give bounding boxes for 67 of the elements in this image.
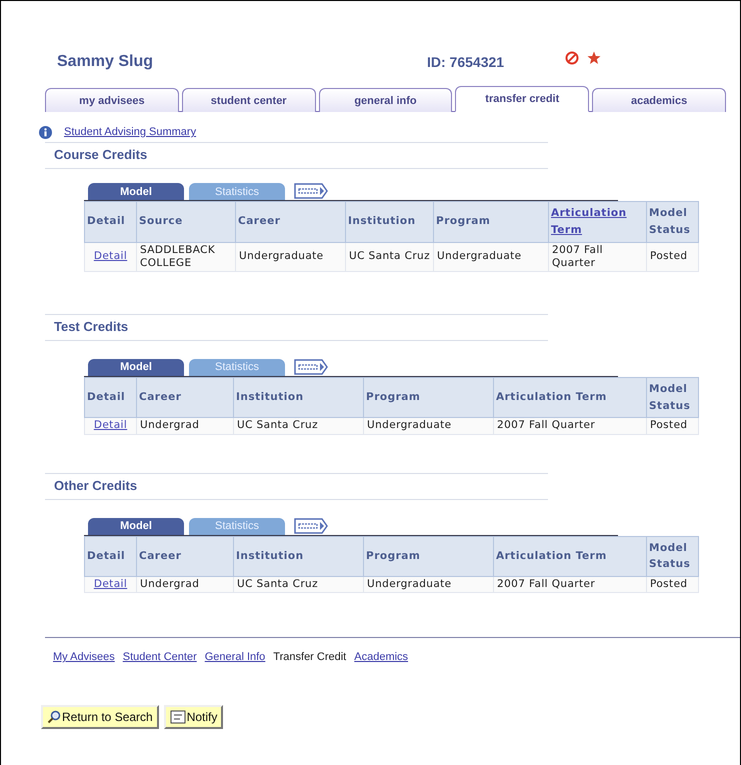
column-header: Career <box>236 202 346 242</box>
show-all-columns-icon[interactable] <box>294 518 328 534</box>
show-all-columns-icon[interactable] <box>294 183 328 199</box>
table-cell: 2007 Fall Quarter <box>548 242 646 272</box>
section-heading: Course Credits <box>45 142 548 169</box>
table-cell: Posted <box>646 242 698 272</box>
page-link[interactable]: My Advisees <box>53 651 115 664</box>
detail-link[interactable]: Detail <box>84 576 136 593</box>
info-icon <box>39 126 52 138</box>
column-header: Detail <box>84 536 136 577</box>
detail-link[interactable]: Detail <box>84 242 136 272</box>
page-link[interactable]: General Info <box>204 651 266 664</box>
show-all-columns-icon[interactable] <box>294 358 328 375</box>
tab[interactable]: my advisees <box>45 88 179 112</box>
column-header: Program <box>364 377 494 418</box>
summary-link[interactable]: Student Advising Summary <box>64 126 196 138</box>
column-header: Program <box>364 536 494 577</box>
column-header: Detail <box>84 377 136 418</box>
grid-tab[interactable]: Model <box>88 358 184 376</box>
tab[interactable]: general info <box>318 88 452 112</box>
table-cell: UC Santa Cruz <box>346 242 434 272</box>
table-cell: Undergraduate <box>434 242 548 272</box>
tab[interactable]: transfer credit <box>455 86 590 112</box>
column-header: Institution <box>234 377 364 418</box>
column-header: Model Status <box>646 536 698 577</box>
column-header: Detail <box>84 202 136 242</box>
table-cell: 2007 Fall Quarter <box>494 418 646 434</box>
column-header: Career <box>136 536 234 577</box>
tab[interactable]: student center <box>182 88 316 112</box>
table-cell: Undergraduate <box>364 418 494 434</box>
table-cell: UC Santa Cruz <box>234 576 364 593</box>
student-id: ID: 7654321 <box>427 54 506 70</box>
tab[interactable]: academics <box>592 88 726 112</box>
table-cell: Posted <box>646 576 698 593</box>
page-link[interactable]: Student Center <box>122 651 197 664</box>
column-header: Articulation Term <box>494 377 646 418</box>
page-link[interactable]: Transfer Credit <box>273 651 346 664</box>
section-heading: Other Credits <box>45 472 548 500</box>
grid-tab[interactable]: Model <box>88 183 184 200</box>
column-header: Model Status <box>646 202 698 242</box>
column-header: Institution <box>234 536 364 577</box>
table-cell: 2007 Fall Quarter <box>494 576 646 593</box>
search-icon <box>47 710 61 724</box>
note-icon <box>170 710 186 724</box>
table-cell: SADDLEBACK COLLEGE <box>136 242 236 272</box>
column-header: Career <box>136 377 234 418</box>
prohibited-icon <box>565 51 579 65</box>
section-heading: Test Credits <box>45 314 548 341</box>
table-cell: Undergrad <box>136 418 234 434</box>
column-header: Source <box>136 202 236 242</box>
table-cell: Posted <box>646 418 698 434</box>
table-cell: UC Santa Cruz <box>234 418 364 434</box>
column-header: Program <box>434 202 548 242</box>
notify-button[interactable]: Notify <box>164 705 224 730</box>
table-cell: Undergraduate <box>364 576 494 593</box>
grid-tab[interactable]: Model <box>88 518 184 535</box>
column-header: Articulation Term <box>494 536 646 577</box>
star-icon <box>587 51 601 65</box>
table-cell: Undergrad <box>136 576 234 593</box>
detail-link[interactable]: Detail <box>84 418 136 434</box>
column-header: Model Status <box>646 377 698 418</box>
page-link[interactable]: Academics <box>354 651 408 664</box>
table-cell: Undergraduate <box>236 242 346 272</box>
column-header: Institution <box>346 202 434 242</box>
student-name: Sammy Slug <box>57 53 154 71</box>
column-header[interactable]: Articulation Term <box>548 202 646 242</box>
return-to-search-button[interactable]: Return to Search <box>41 705 159 730</box>
